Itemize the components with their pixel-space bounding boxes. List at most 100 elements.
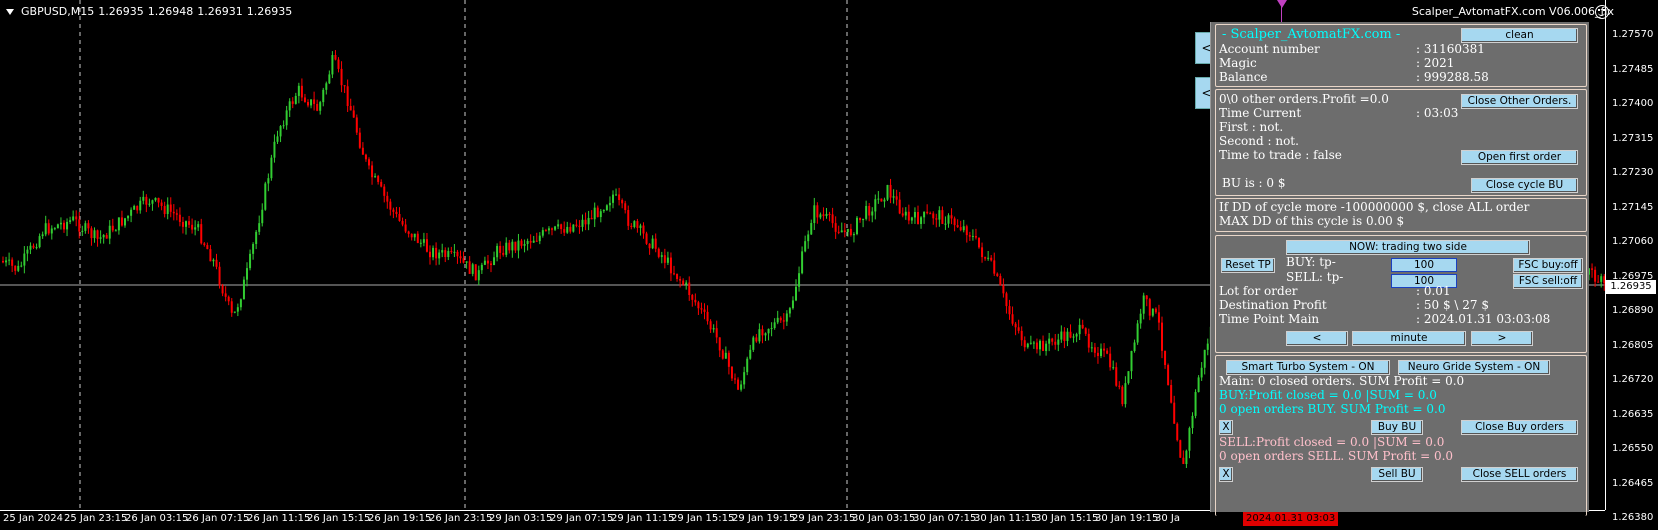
time-tick-label: 30 Ja: [1155, 513, 1180, 524]
candle-body: [1594, 269, 1597, 282]
ohlc-high: 1.26948: [147, 5, 194, 18]
buy-close-x-button[interactable]: X: [1219, 420, 1233, 435]
candle-body: [407, 231, 410, 234]
candle-body: [691, 295, 694, 300]
trading-mode-button[interactable]: NOW: trading two side: [1286, 240, 1530, 255]
time-unit-button[interactable]: minute: [1352, 331, 1466, 346]
candle-body: [666, 257, 669, 263]
candle-body: [1069, 331, 1072, 338]
candle-body: [364, 154, 367, 160]
candle-body: [66, 221, 69, 230]
close-cycle-bu-button[interactable]: Close cycle BU: [1471, 178, 1578, 193]
candle-body: [1597, 281, 1600, 283]
candle-body: [108, 225, 111, 239]
systems-section: Smart Turbo System - ON Neuro Gride Syst…: [1215, 355, 1587, 516]
candle-body: [639, 225, 642, 228]
fsc-sell-toggle[interactable]: FSC sell:off: [1513, 274, 1583, 289]
buy-tp-input[interactable]: 100: [1391, 258, 1457, 272]
candle-body: [764, 333, 767, 336]
price-axis[interactable]: [1605, 0, 1658, 510]
candle-body: [215, 259, 218, 267]
candle-body: [752, 337, 755, 350]
candle-body: [1081, 324, 1084, 329]
magic-label: Magic: [1219, 56, 1257, 70]
candle-body: [813, 205, 816, 224]
candle-body: [724, 352, 727, 359]
dropdown-triangle-icon[interactable]: [6, 8, 14, 15]
candle-body: [700, 308, 703, 310]
clean-button[interactable]: clean: [1461, 28, 1578, 43]
price-tick-label: 1.26805: [1612, 339, 1654, 351]
candle-body: [206, 245, 209, 250]
candle-body: [657, 248, 660, 257]
candle-body: [965, 226, 968, 236]
candle-body: [804, 241, 807, 252]
candle-body: [368, 159, 370, 166]
time-marker-arrow-icon[interactable]: [1277, 0, 1287, 8]
magic-value: : 2021: [1416, 56, 1455, 70]
candle-body: [636, 221, 639, 228]
open-first-order-button[interactable]: Open first order: [1461, 150, 1578, 165]
candle-body: [734, 378, 736, 380]
candle-body: [968, 235, 971, 237]
time-tick-label: 29 Jan 03:15: [489, 513, 553, 524]
candle-body: [828, 213, 831, 215]
candle-body: [456, 251, 459, 257]
time-point-main-label: Time Point Main: [1219, 312, 1320, 326]
candle-body: [35, 247, 38, 249]
candle-body: [1179, 440, 1182, 458]
candle-body: [325, 83, 328, 90]
close-sell-orders-button[interactable]: Close SELL orders: [1461, 467, 1578, 482]
time-next-button[interactable]: >: [1471, 331, 1533, 346]
candle-body: [462, 258, 465, 263]
candle-body: [163, 205, 166, 215]
candle-body: [14, 265, 17, 271]
time-prev-button[interactable]: <: [1286, 331, 1348, 346]
candle-body: [334, 55, 337, 60]
candle-body: [142, 196, 145, 201]
candle-body: [352, 110, 355, 118]
candle-body: [291, 101, 294, 104]
candle-body: [486, 260, 489, 264]
candle-body: [831, 214, 834, 224]
candle-body: [267, 178, 270, 184]
smart-turbo-button[interactable]: Smart Turbo System - ON: [1226, 360, 1390, 375]
candle-body: [740, 384, 743, 390]
account-number-label: Account number: [1219, 42, 1320, 56]
candle-body: [630, 225, 633, 227]
candle-body: [242, 279, 245, 300]
candle-body: [612, 194, 614, 203]
close-buy-orders-button[interactable]: Close Buy orders: [1461, 420, 1578, 435]
candle-body: [1078, 324, 1081, 335]
candle-body: [615, 194, 618, 196]
candle-body: [224, 293, 227, 297]
candle-body: [758, 329, 761, 342]
current-price-label: 1.26935: [1606, 280, 1656, 294]
candle-body: [401, 220, 404, 225]
candle-body: [1054, 341, 1057, 345]
sell-bu-button[interactable]: Sell BU: [1371, 467, 1423, 482]
candle-body: [599, 211, 602, 218]
candle-body: [709, 321, 712, 330]
other-orders-text: 0\0 other orders.Profit =0.0: [1219, 92, 1389, 106]
candle-body: [910, 217, 913, 221]
candle-body: [75, 216, 78, 220]
candle-body: [483, 260, 486, 265]
close-other-orders-button[interactable]: Close Other Orders.: [1461, 94, 1578, 109]
candle-body: [5, 260, 8, 263]
fsc-buy-toggle[interactable]: FSC buy:off: [1513, 258, 1583, 273]
candle-body: [1066, 331, 1069, 341]
candle-body: [252, 244, 255, 254]
candle-body: [1060, 331, 1063, 340]
buy-bu-button[interactable]: Buy BU: [1371, 420, 1423, 435]
reset-tp-button[interactable]: Reset TP: [1221, 258, 1275, 273]
candle-body: [682, 280, 685, 285]
account-section: - Scalper_AvtomatFX.com - clean Account …: [1215, 24, 1587, 87]
neuro-gride-button[interactable]: Neuro Gride System - ON: [1398, 360, 1550, 375]
balance-label: Balance: [1219, 70, 1268, 84]
candle-body: [313, 99, 316, 104]
sell-close-x-button[interactable]: X: [1219, 467, 1233, 482]
candle-body: [889, 184, 892, 198]
candle-body: [877, 198, 880, 200]
symbol-info: GBPUSD,M15 1.26935 1.26948 1.26931 1.269…: [6, 5, 292, 18]
